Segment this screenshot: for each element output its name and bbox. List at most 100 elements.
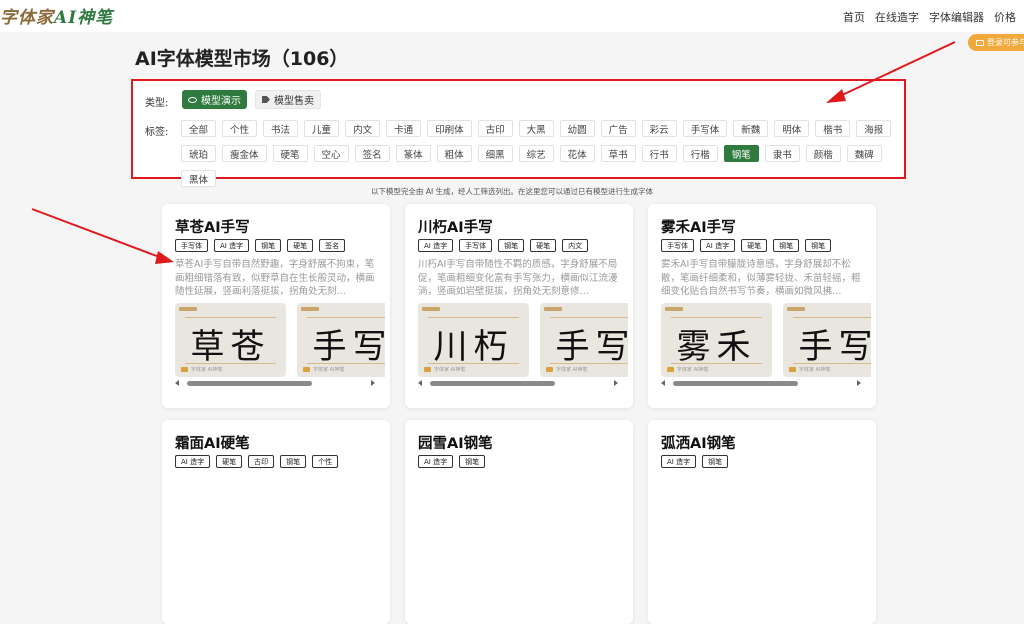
tag-option[interactable]: 彩云 xyxy=(641,120,677,137)
tag-option[interactable]: 瘦金体 xyxy=(222,145,267,162)
preview-image: 川朽 字体家 AI神笔 xyxy=(418,303,529,377)
scroll-right-icon[interactable] xyxy=(857,380,861,386)
model-card[interactable]: 霜面AI硬笔 AI 造字 硬笔 古印 钢笔 个性 xyxy=(162,420,390,624)
card-chip: AI 造字 xyxy=(418,455,454,468)
type-option-demo[interactable]: 模型演示 xyxy=(182,90,247,109)
preview-badge xyxy=(787,307,805,311)
tag-option[interactable]: 古印 xyxy=(477,120,513,137)
tag-option[interactable]: 新魏 xyxy=(733,120,769,137)
info-note: 以下模型完全由 AI 生成，经人工筛选列出。在这里您可以通过已有模型进行生成字体 xyxy=(370,187,654,196)
type-option-label: 模型售卖 xyxy=(274,96,314,107)
preview-image: 手写 字体家 AI神笔 xyxy=(783,303,871,377)
card-chip: 钢笔 xyxy=(702,455,729,468)
tag-option[interactable]: 明体 xyxy=(774,120,810,137)
logo-text-ai: AI神笔 xyxy=(54,8,114,28)
card-title[interactable]: 川朽AI手写 xyxy=(418,216,493,237)
scroll-left-icon[interactable] xyxy=(418,380,422,386)
preview-caption: 字体家 AI神笔 xyxy=(556,367,588,373)
tag-option[interactable]: 粗体 xyxy=(436,145,472,162)
model-card[interactable]: 园雪AI钢笔 AI 造字 钢笔 xyxy=(405,420,633,624)
card-title[interactable]: 霜面AI硬笔 xyxy=(175,432,250,453)
tag-option[interactable]: 花体 xyxy=(559,145,595,162)
tag-option[interactable]: 草书 xyxy=(600,145,636,162)
preview-scrollbar[interactable] xyxy=(661,380,861,386)
card-title[interactable]: 草苍AI手写 xyxy=(175,216,250,237)
stamp-icon xyxy=(424,367,431,372)
scroll-right-icon[interactable] xyxy=(371,380,375,386)
card-chip-list: 手写体 AI 造字 硬笔 钢笔 钢笔 xyxy=(661,239,832,252)
tag-option[interactable]: 钢笔 xyxy=(723,145,759,162)
card-chip: 钢笔 xyxy=(498,239,525,252)
tag-option[interactable]: 篆体 xyxy=(395,145,431,162)
model-card[interactable]: 弧洒AI钢笔 AI 造字 钢笔 xyxy=(648,420,876,624)
scroll-left-icon[interactable] xyxy=(175,380,179,386)
tag-option[interactable]: 黑体 xyxy=(181,170,217,187)
nav-home[interactable]: 首页 xyxy=(843,9,865,25)
scroll-thumb[interactable] xyxy=(673,381,798,386)
main-nav: 首页 在线造字 字体编辑器 价格 xyxy=(843,9,1016,25)
preview-badge xyxy=(422,307,440,311)
tag-option[interactable]: 个性 xyxy=(222,120,258,137)
preview-rule xyxy=(671,317,762,318)
tag-option[interactable]: 手写体 xyxy=(682,120,728,137)
tag-option[interactable]: 书法 xyxy=(263,120,299,137)
type-label: 类型: xyxy=(145,98,169,109)
nav-pricing[interactable]: 价格 xyxy=(994,9,1016,25)
card-chip: 硬笔 xyxy=(216,455,243,468)
preview-badge xyxy=(179,307,197,311)
type-option-sale[interactable]: 模型售卖 xyxy=(255,90,321,109)
tag-option[interactable]: 隶书 xyxy=(764,145,800,162)
card-title[interactable]: 雾禾AI手写 xyxy=(661,216,736,237)
nav-online-create[interactable]: 在线造字 xyxy=(875,9,919,25)
scroll-right-icon[interactable] xyxy=(614,380,618,386)
tag-option[interactable]: 细黑 xyxy=(477,145,513,162)
tag-option[interactable]: 广告 xyxy=(600,120,636,137)
scroll-thumb[interactable] xyxy=(430,381,555,386)
tag-option[interactable]: 大黑 xyxy=(518,120,554,137)
card-preview-strip[interactable]: 雾禾 字体家 AI神笔 手写 字体家 AI神笔 xyxy=(661,303,871,377)
stamp-icon xyxy=(667,367,674,372)
preview-scrollbar[interactable] xyxy=(418,380,618,386)
card-title[interactable]: 弧洒AI钢笔 xyxy=(661,432,736,453)
site-logo[interactable]: 字体家AI神笔 xyxy=(0,3,113,28)
card-chip: 古印 xyxy=(248,455,275,468)
tag-option[interactable]: 行楷 xyxy=(682,145,718,162)
tag-option[interactable]: 行书 xyxy=(641,145,677,162)
tag-option[interactable]: 全部 xyxy=(181,120,217,137)
nav-font-editor[interactable]: 字体编辑器 xyxy=(929,9,984,25)
card-chip: 钢笔 xyxy=(255,239,282,252)
tag-option[interactable]: 楷书 xyxy=(815,120,851,137)
tag-option[interactable]: 颜楷 xyxy=(805,145,841,162)
card-chip: 钢笔 xyxy=(280,455,307,468)
card-preview-strip[interactable]: 草苍 字体家 AI神笔 手写 字体家 AI神笔 xyxy=(175,303,385,377)
tag-option[interactable]: 琥珀 xyxy=(181,145,217,162)
card-chip-list: 手写体 AI 造字 钢笔 硬笔 签名 xyxy=(175,239,346,252)
model-card[interactable]: 川朽AI手写 AI 造字 手写体 钢笔 硬笔 内文 川朽AI手写自带随性不羁的质感，字身舒展… xyxy=(405,204,633,408)
card-chip: AI 造字 xyxy=(700,239,736,252)
tag-option[interactable]: 综艺 xyxy=(518,145,554,162)
card-chip: 手写体 xyxy=(175,239,208,252)
card-chip: 钢笔 xyxy=(773,239,800,252)
tag-option[interactable]: 空心 xyxy=(313,145,349,162)
tag-option[interactable]: 印刷体 xyxy=(427,120,472,137)
page-title: AI字体模型市场（106） xyxy=(135,48,349,70)
card-chip: 手写体 xyxy=(459,239,493,252)
model-card[interactable]: 雾禾AI手写手写体 AI 造字 硬笔 钢笔 钢笔雾禾AI手写自带朦胧诗意感，字身舒展却不… xyxy=(648,204,876,408)
tag-option[interactable]: 硬笔 xyxy=(272,145,308,162)
tag-option[interactable]: 儿童 xyxy=(304,120,340,137)
tag-option[interactable]: 内文 xyxy=(345,120,381,137)
scroll-left-icon[interactable] xyxy=(661,380,665,386)
tag-option[interactable]: 幼圆 xyxy=(559,120,595,137)
tag-option[interactable]: 卡通 xyxy=(386,120,422,137)
tag-option[interactable]: 魏碑 xyxy=(846,145,882,162)
tag-option[interactable]: 签名 xyxy=(354,145,390,162)
login-button[interactable]: 登录可参与 xyxy=(968,34,1024,51)
tag-option[interactable]: 海报 xyxy=(856,120,892,137)
card-preview-strip[interactable]: 川朽 字体家 AI神笔 手写 字体家 AI神笔 xyxy=(418,303,628,377)
card-description: 雾禾AI手写自带朦胧诗意感，字身舒展却不松散，笔画纤细柔和，似薄雾轻拢、禾苗轻摇… xyxy=(661,259,861,297)
scroll-thumb[interactable] xyxy=(187,381,312,386)
model-card[interactable]: 草苍AI手写 手写体 AI 造字 钢笔 硬笔 签名 草苍AI手写自带自然野趣，字身舒展不拘束… xyxy=(162,204,390,408)
card-title[interactable]: 园雪AI钢笔 xyxy=(418,432,493,453)
preview-image: 草苍 字体家 AI神笔 xyxy=(175,303,286,377)
preview-scrollbar[interactable] xyxy=(175,380,375,386)
